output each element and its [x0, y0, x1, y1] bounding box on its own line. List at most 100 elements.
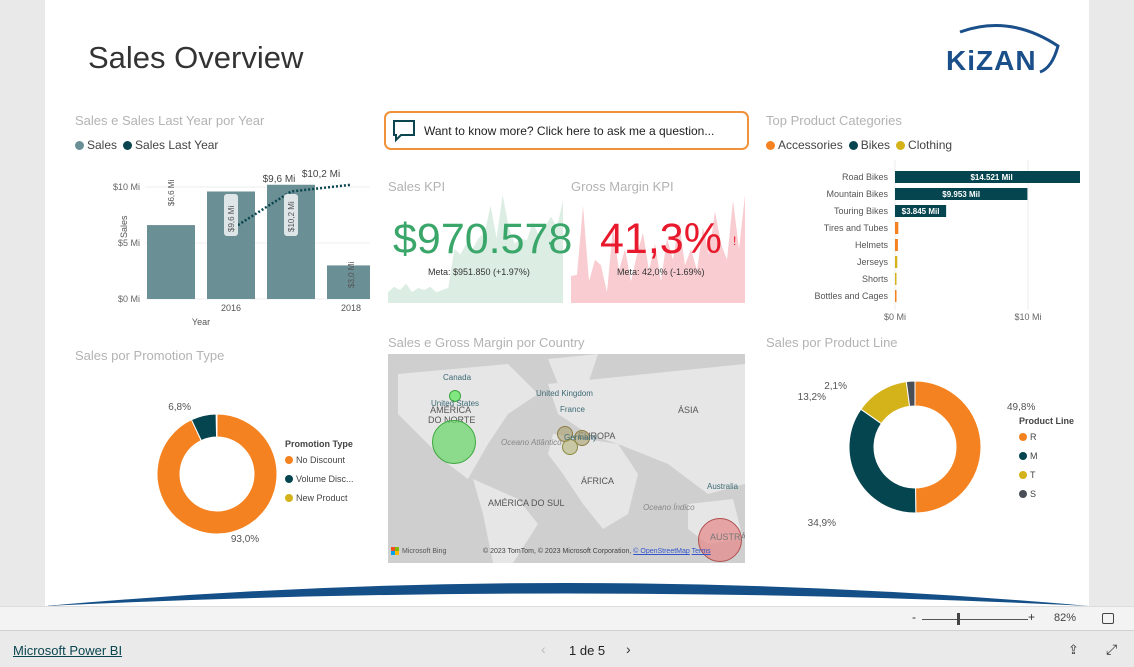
- last-year-data-label: $9,6 Mi: [263, 174, 296, 185]
- category-label: Shorts: [862, 274, 889, 284]
- share-icon[interactable]: ⇪: [1068, 642, 1079, 658]
- sales-bar-chart: $0 Mi $5 Mi $10 Mi Sales 2016 2018 Year $6,6 Mi…: [113, 169, 370, 327]
- country-bubble[interactable]: [432, 420, 476, 464]
- legend-item[interactable]: M: [1030, 451, 1038, 461]
- power-bi-link[interactable]: Microsoft Power BI: [13, 643, 122, 658]
- x-tick-label: 2016: [221, 303, 241, 313]
- y-tick-label: $0 Mi: [118, 294, 140, 304]
- svg-text:KiZAN: KiZAN: [946, 45, 1037, 76]
- sales-bar: [147, 225, 195, 299]
- footer-bar: Microsoft Power BI ‹ 1 de 5 › ⇪ ⤢: [0, 630, 1134, 667]
- country-label: Australia: [707, 482, 739, 491]
- legend-dot: [1019, 490, 1027, 498]
- zoom-slider[interactable]: [922, 619, 1028, 620]
- legend-dot: [285, 494, 293, 502]
- category-label: Mountain Bikes: [826, 189, 888, 199]
- donut-data-label: 2,1%: [824, 381, 847, 392]
- legend-clothing[interactable]: Clothing: [908, 138, 952, 152]
- sales-chart-title: Sales e Sales Last Year por Year: [75, 113, 265, 128]
- osm-link[interactable]: © OpenStreetMap: [633, 548, 690, 555]
- legend-item[interactable]: Volume Disc...: [296, 474, 354, 484]
- bar-data-label: $14.521 Mil: [970, 173, 1012, 182]
- category-bar: [895, 222, 899, 234]
- x-axis-label: Year: [192, 317, 210, 327]
- donut-data-label: 49,8%: [1007, 402, 1035, 413]
- legend-last-year[interactable]: Sales Last Year: [135, 138, 218, 152]
- country-label: United Kingdom: [536, 389, 593, 398]
- zoom-out-button[interactable]: -: [912, 610, 916, 624]
- donut-slice: [848, 408, 917, 514]
- category-label: Touring Bikes: [834, 206, 889, 216]
- legend-item[interactable]: S: [1030, 489, 1036, 499]
- chat-bubble-icon: [393, 119, 415, 142]
- y-tick-label: $10 Mi: [113, 182, 140, 192]
- y-tick-label: $5 Mi: [118, 238, 140, 248]
- legend-dot: [1019, 471, 1027, 479]
- bing-brand: Microsoft Bing: [391, 547, 446, 555]
- category-label: Road Bikes: [842, 172, 889, 182]
- category-bar: [895, 239, 898, 251]
- region-label: ÁFRICA: [581, 476, 615, 486]
- legend-item[interactable]: No Discount: [296, 455, 346, 465]
- region-label: ÁSIA: [678, 405, 699, 415]
- legend-dot: [1019, 433, 1027, 441]
- sales-data-label: $3,0 Mi: [347, 262, 356, 288]
- zoom-level: 82%: [1054, 612, 1077, 624]
- donut-data-label: 34,9%: [808, 518, 836, 529]
- sales-data-label: $6,6 Mi: [167, 180, 176, 206]
- qna-button[interactable]: Want to know more? Click here to ask me …: [384, 111, 749, 150]
- legend-bikes[interactable]: Bikes: [861, 138, 890, 152]
- legend-item[interactable]: R: [1030, 432, 1037, 442]
- zoom-slider-thumb[interactable]: [956, 613, 960, 625]
- legend-dot-sales: [75, 140, 84, 150]
- zoom-bar: - + 82%: [0, 606, 1134, 630]
- country-label: Canada: [443, 373, 472, 382]
- qna-button-label: Want to know more? Click here to ask me …: [424, 123, 715, 138]
- x-tick-label: 2018: [341, 303, 361, 313]
- sales-data-label: $9,6 Mi: [227, 206, 236, 232]
- category-bar: [895, 256, 898, 268]
- sales-data-label: $10,2 Mi: [287, 201, 296, 232]
- legend-dot: [285, 456, 293, 464]
- sales-kpi-value: $970.578: [393, 215, 573, 263]
- legend-accessories[interactable]: Accessories: [778, 138, 843, 152]
- country-map[interactable]: AMÉRICA DO NORTEEUROPAÁSIAÁFRICAAMÉRICA …: [388, 354, 745, 563]
- gm-kpi-goal: Meta: 42,0% (-1.69%): [617, 267, 705, 277]
- legend-dot-last-year: [123, 140, 133, 150]
- fit-to-page-icon[interactable]: [1102, 613, 1114, 624]
- legend-title: Product Line: [1019, 416, 1074, 426]
- category-label: Helmets: [855, 240, 889, 250]
- zoom-in-button[interactable]: +: [1028, 610, 1035, 624]
- page-title: Sales Overview: [88, 40, 304, 75]
- microsoft-logo-icon: [391, 547, 399, 555]
- product-line-title: Sales por Product Line: [766, 335, 898, 350]
- next-page-icon[interactable]: ›: [626, 641, 631, 657]
- legend-item[interactable]: New Product: [296, 493, 348, 503]
- fullscreen-icon[interactable]: ⤢: [1106, 641, 1117, 658]
- legend-title: Promotion Type: [285, 439, 353, 449]
- country-label: Germany: [564, 433, 597, 442]
- category-bar: [895, 290, 897, 302]
- sales-kpi-goal: Meta: $951.850 (+1.97%): [428, 267, 530, 277]
- bing-brand-label: Microsoft Bing: [402, 547, 447, 555]
- country-label: United States: [431, 399, 480, 408]
- bar-data-label: $3.845 Mil: [902, 207, 940, 216]
- bar-data-label: $9.953 Mil: [942, 190, 980, 199]
- map-copyright: © 2023 TomTom, © 2023 Microsoft Corporat…: [483, 548, 632, 555]
- legend-dot: [1019, 452, 1027, 460]
- country-label: France: [560, 405, 585, 414]
- legend-dot: [285, 475, 293, 483]
- gm-kpi-title: Gross Margin KPI: [571, 179, 674, 194]
- region-label: AMÉRICA DO SUL: [488, 498, 565, 508]
- legend-item[interactable]: T: [1030, 470, 1036, 480]
- legend-sales[interactable]: Sales: [87, 138, 117, 152]
- legend-dot-clothing: [896, 140, 906, 150]
- category-bar: [895, 273, 897, 285]
- previous-page-icon[interactable]: ‹: [541, 641, 546, 657]
- last-year-data-label: $10,2 Mi: [302, 169, 340, 180]
- ocean-label: Oceano Índico: [643, 503, 695, 512]
- terms-link[interactable]: Terms: [692, 548, 711, 555]
- product-line-donut: 49,8% 34,9% 13,2%2,1% Product Line RMTS: [798, 380, 1074, 529]
- category-label: Bottles and Cages: [814, 291, 888, 301]
- report-canvas: Sales Overview KiZAN Sales e Sales Last …: [45, 0, 1089, 606]
